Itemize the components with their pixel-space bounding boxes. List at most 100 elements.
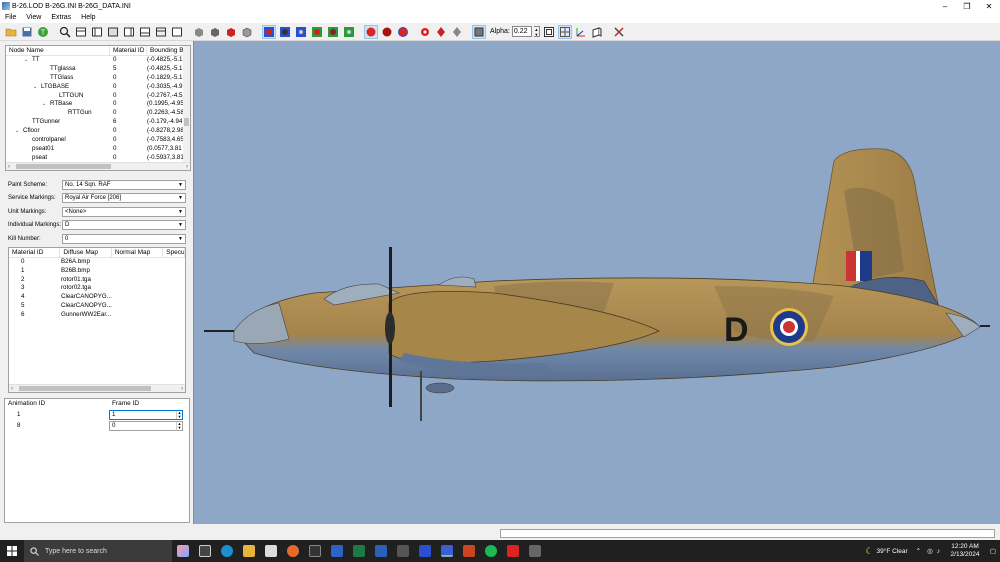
mode-green2-icon[interactable]: [326, 25, 340, 39]
tree-node[interactable]: ⌄ TT 0 (-0.4825,-5.1: [6, 56, 190, 65]
calculator-icon[interactable]: [392, 540, 414, 562]
game-icon[interactable]: [524, 540, 546, 562]
col-material-id[interactable]: Material ID: [110, 46, 147, 55]
expand-arrow-icon[interactable]: ⌄: [33, 83, 41, 92]
material-row[interactable]: 5 ClearCANOPYG...: [9, 302, 185, 311]
col-material-id[interactable]: Material ID: [9, 248, 61, 257]
shade-flat-icon[interactable]: [192, 25, 206, 39]
network-icon[interactable]: ◎: [927, 547, 933, 555]
view-left-icon[interactable]: [106, 25, 120, 39]
frame-id-spinner[interactable]: 1 ▲ ▼: [109, 409, 183, 420]
cube-icon[interactable]: [472, 24, 486, 39]
tree-node[interactable]: pseat01 0 (0.0577,3.81: [6, 145, 190, 154]
light-red3-icon[interactable]: [396, 25, 410, 39]
edge-icon[interactable]: [216, 540, 238, 562]
lod-viewer-icon[interactable]: [436, 540, 458, 562]
open-folder-icon[interactable]: [4, 25, 18, 39]
view-right-icon[interactable]: [122, 25, 136, 39]
menu-file[interactable]: File: [0, 14, 21, 21]
unit-markings-select[interactable]: <None> ▼: [62, 206, 186, 217]
material-row[interactable]: 4 ClearCANOPYG...: [9, 293, 185, 302]
tree-hscroll[interactable]: ‹ ›: [6, 162, 190, 170]
light-red2-icon[interactable]: [380, 25, 394, 39]
expand-arrow-icon[interactable]: ⌄: [15, 127, 23, 136]
view-front-icon[interactable]: [74, 25, 88, 39]
box-icon[interactable]: [590, 25, 604, 39]
shade-smooth-icon[interactable]: [208, 25, 222, 39]
texture-icon[interactable]: T: [36, 25, 50, 39]
close-button[interactable]: ✕: [978, 0, 1000, 12]
material-list[interactable]: Material ID Diffuse Map Normal Map Specu…: [8, 247, 186, 393]
view-back-icon[interactable]: [90, 25, 104, 39]
view-top-icon[interactable]: [138, 25, 152, 39]
frame-icon[interactable]: [542, 25, 556, 39]
3d-viewport[interactable]: D: [193, 41, 1000, 524]
store-icon[interactable]: [260, 540, 282, 562]
task-view-icon[interactable]: [194, 540, 216, 562]
alpha-input[interactable]: [511, 26, 532, 37]
app-blue-icon[interactable]: [414, 540, 436, 562]
mode-blue2-icon[interactable]: [278, 25, 292, 39]
tree-node[interactable]: ⌄ LTGBASE 0 (-0.3035,-4.9: [6, 83, 190, 92]
node-tree[interactable]: Node Name Material ID Bounding B ⌄ TT 0 (-0…: [5, 45, 191, 171]
pin-gray-icon[interactable]: [450, 25, 464, 39]
acrobat-icon[interactable]: [458, 540, 480, 562]
chevron-up-icon[interactable]: ⌃: [916, 547, 921, 555]
volume-icon[interactable]: ♪: [937, 548, 940, 555]
service-markings-select[interactable]: Royal Air Force [206] ▼: [62, 193, 186, 204]
shade-red-icon[interactable]: [224, 25, 238, 39]
tree-node[interactable]: RTTGun 0 (0.2263,-4.58: [6, 109, 190, 118]
minimize-button[interactable]: –: [934, 0, 956, 12]
excel-icon[interactable]: [348, 540, 370, 562]
axes-icon[interactable]: [574, 25, 588, 39]
col-normal-map[interactable]: Normal Map: [112, 248, 164, 257]
tree-node[interactable]: ⌄ Cfloor 0 (-0.8278,2.98: [6, 127, 190, 136]
mode-green-icon[interactable]: [310, 25, 324, 39]
start-button[interactable]: [0, 540, 24, 562]
tree-node[interactable]: TTGunner 6 (-0.179,-4.94: [6, 118, 190, 127]
tools-icon[interactable]: [612, 25, 626, 39]
clock[interactable]: 12:20 AM 2/13/2024: [944, 543, 986, 559]
menu-view[interactable]: View: [21, 14, 46, 21]
expand-arrow-icon[interactable]: ⌄: [42, 100, 50, 109]
file-explorer-icon[interactable]: [238, 540, 260, 562]
view-iso-icon[interactable]: [170, 25, 184, 39]
word-icon[interactable]: [370, 540, 392, 562]
shade-wire-icon[interactable]: [240, 25, 254, 39]
mode-green3-icon[interactable]: [342, 25, 356, 39]
mode-blue-icon[interactable]: [262, 24, 276, 39]
grid-icon[interactable]: [557, 24, 572, 39]
tree-node[interactable]: ⌄ RTBase 0 (0.1995,-4.95: [6, 100, 190, 109]
zoom-icon[interactable]: [58, 25, 72, 39]
restore-button[interactable]: ❐: [956, 0, 978, 12]
tree-vscroll[interactable]: [183, 46, 190, 162]
expand-arrow-icon[interactable]: ⌄: [24, 56, 32, 65]
firefox-icon[interactable]: [282, 540, 304, 562]
copilot-icon[interactable]: [172, 540, 194, 562]
paint-scheme-select[interactable]: No. 14 Sqn. RAF ▼: [62, 179, 186, 190]
tree-node[interactable]: TTGlass 0 (-0.1829,-5.1: [6, 74, 190, 83]
col-node-name[interactable]: Node Name: [6, 46, 110, 55]
spotify-icon[interactable]: [480, 540, 502, 562]
notification-icon[interactable]: ▢: [986, 547, 1000, 555]
tree-node[interactable]: controlpanel 0 (-0.7583,4.65: [6, 136, 190, 145]
tree-node[interactable]: TTglassa 5 (-0.4825,-5.1: [6, 65, 190, 74]
material-row[interactable]: 2 rotor01.tga: [9, 276, 185, 285]
weather-widget[interactable]: ☾ 39°F Clear: [865, 546, 907, 557]
pin-icon[interactable]: [434, 25, 448, 39]
kill-number-select[interactable]: 0 ▼: [62, 233, 186, 244]
tree-node[interactable]: LTTGUN 0 (-0.2767,-4.5: [6, 92, 190, 101]
save-icon[interactable]: [20, 25, 34, 39]
frame-id-spinner[interactable]: 0 ▲ ▼: [109, 420, 183, 431]
taskbar-search[interactable]: Type here to search: [24, 540, 172, 562]
shield-icon[interactable]: [502, 540, 524, 562]
notion-icon[interactable]: [304, 540, 326, 562]
material-row[interactable]: 0 B26A.bmp: [9, 258, 185, 267]
material-row[interactable]: 6 GunnerWW2Ear...: [9, 311, 185, 320]
material-hscroll[interactable]: ‹ ›: [9, 384, 185, 392]
alpha-spinner[interactable]: ▲ ▼: [533, 26, 540, 37]
menu-help[interactable]: Help: [76, 14, 100, 21]
col-specular[interactable]: Specu: [163, 248, 185, 257]
light-red-icon[interactable]: [364, 24, 378, 39]
material-row[interactable]: 3 rotor02.tga: [9, 284, 185, 293]
